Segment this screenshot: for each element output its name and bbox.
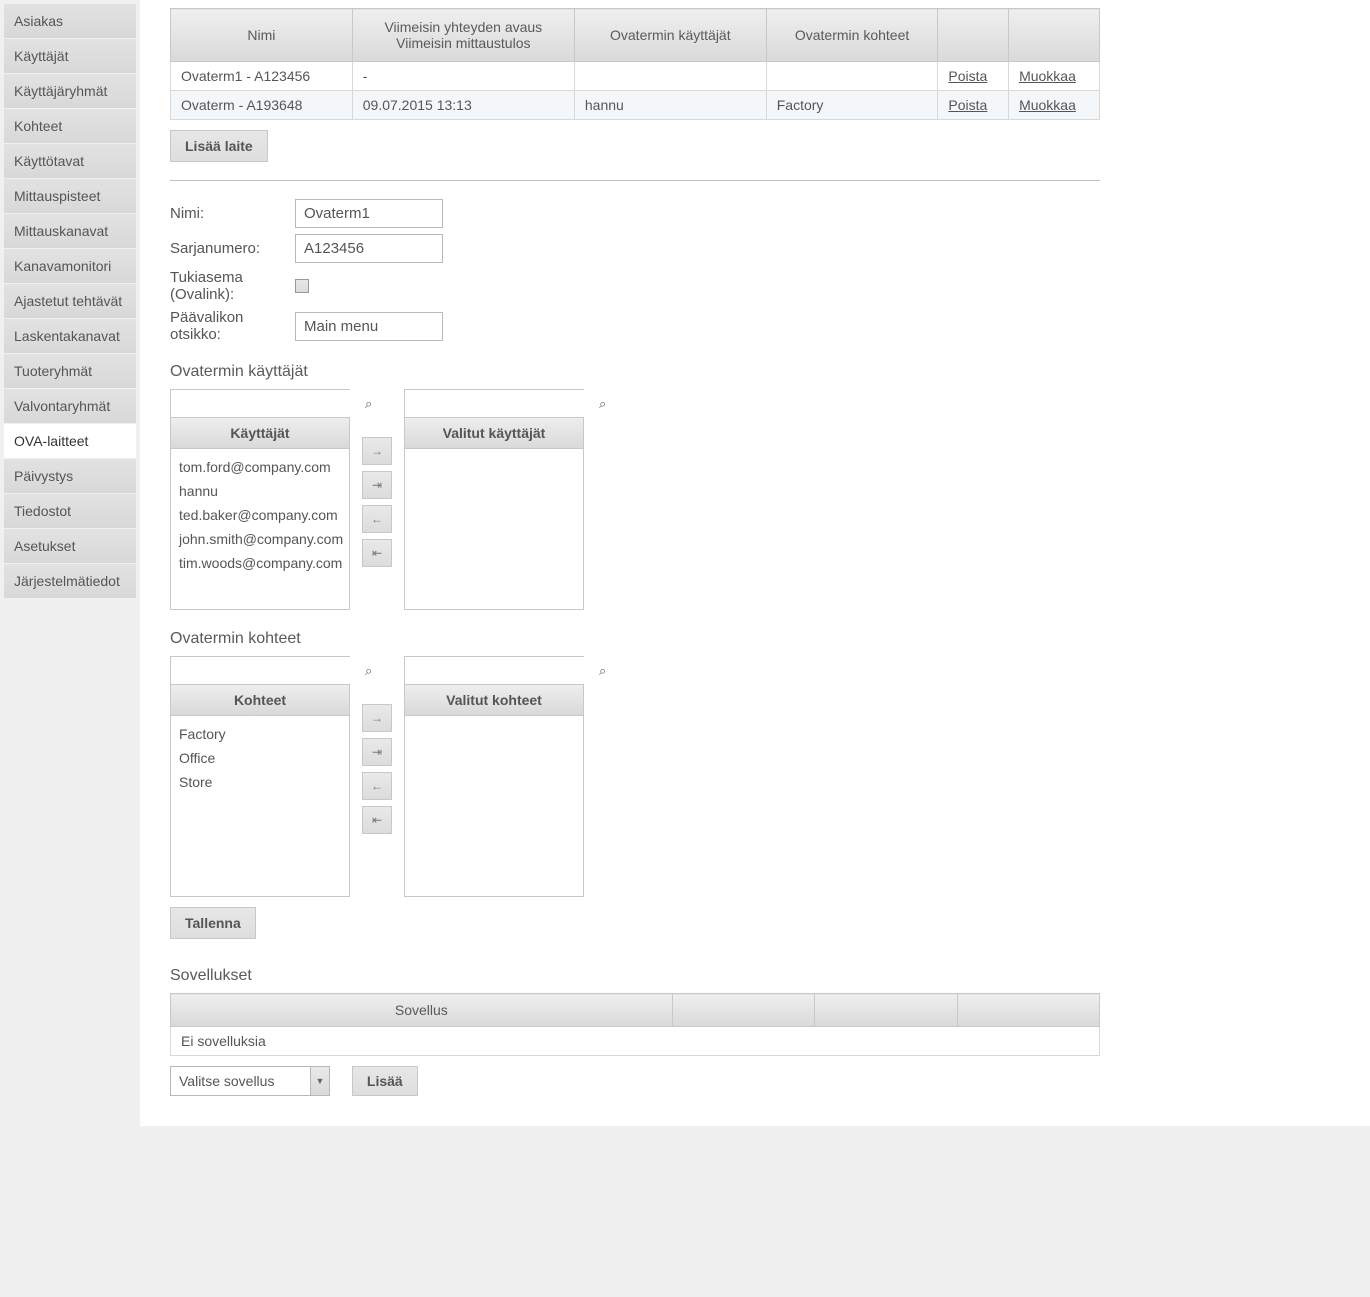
edit-link[interactable]: Muokkaa (1009, 91, 1100, 120)
sidebar-item[interactable]: Tiedostot (4, 494, 136, 529)
col-last: Viimeisin yhteyden avaus Viimeisin mitta… (352, 9, 574, 62)
targets-available-box: ⌕ Kohteet FactoryOfficeStore (170, 656, 350, 897)
targets-selected-search[interactable] (405, 657, 593, 684)
app-select-dropdown-button[interactable]: ▼ (310, 1066, 330, 1096)
users-section-title: Ovatermin käyttäjät (170, 363, 1100, 381)
apps-empty-row: Ei sovelluksia (171, 1027, 1100, 1056)
list-item[interactable]: Store (179, 770, 341, 794)
list-item[interactable]: john.smith@company.com (179, 527, 341, 551)
targets-dual-list: ⌕ Kohteet FactoryOfficeStore → ⇥ ← ⇤ ⌕ V… (170, 656, 1100, 897)
col-users: Ovatermin käyttäjät (574, 9, 766, 62)
cell-name: Ovaterm - A193648 (171, 91, 353, 120)
move-right-all-button[interactable]: ⇥ (362, 471, 392, 499)
apps-col-2 (672, 994, 814, 1027)
col-edit (1009, 9, 1100, 62)
list-item[interactable]: tim.woods@company.com (179, 551, 341, 575)
col-targets: Ovatermin kohteet (766, 9, 938, 62)
move-left-all-button[interactable]: ⇤ (362, 539, 392, 567)
sidebar-item[interactable]: Mittauskanavat (4, 214, 136, 249)
col-delete (938, 9, 1009, 62)
targets-selected-box: ⌕ Valitut kohteet (404, 656, 584, 897)
serial-input[interactable] (295, 234, 443, 263)
sidebar-item[interactable]: Asetukset (4, 529, 136, 564)
cell-last: 09.07.2015 13:13 (352, 91, 574, 120)
apps-col-name: Sovellus (171, 994, 673, 1027)
move-left-button[interactable]: ← (362, 505, 392, 533)
list-item[interactable]: ted.baker@company.com (179, 503, 341, 527)
base-label: Tukiasema (Ovalink): (170, 269, 295, 303)
cell-users (574, 62, 766, 91)
device-table: Nimi Viimeisin yhteyden avaus Viimeisin … (170, 8, 1100, 120)
move-right-all-button[interactable]: ⇥ (362, 738, 392, 766)
main-content: Nimi Viimeisin yhteyden avaus Viimeisin … (140, 0, 1370, 1126)
sidebar-item[interactable]: OVA-laitteet (4, 424, 136, 459)
menu-label: Päävalikon otsikko: (170, 309, 295, 343)
add-device-button[interactable]: Lisää laite (170, 130, 268, 162)
users-selected-search[interactable] (405, 390, 593, 417)
move-right-button[interactable]: → (362, 437, 392, 465)
cell-name: Ovaterm1 - A123456 (171, 62, 353, 91)
targets-available-search[interactable] (171, 657, 359, 684)
search-icon: ⌕ (593, 663, 612, 679)
sidebar-item[interactable]: Käyttötavat (4, 144, 136, 179)
apps-col-3 (815, 994, 957, 1027)
name-label: Nimi: (170, 205, 295, 222)
sidebar-item[interactable]: Asiakas (4, 4, 136, 39)
search-icon: ⌕ (359, 396, 378, 412)
users-available-header: Käyttäjät (171, 418, 349, 449)
sidebar-item[interactable]: Käyttäjäryhmät (4, 74, 136, 109)
users-dual-list: ⌕ Käyttäjät tom.ford@company.comhannuted… (170, 389, 1100, 610)
separator (170, 180, 1100, 181)
serial-label: Sarjanumero: (170, 240, 295, 257)
sidebar-item[interactable]: Päivystys (4, 459, 136, 494)
sidebar-item[interactable]: Ajastetut tehtävät (4, 284, 136, 319)
users-available-search[interactable] (171, 390, 359, 417)
users-selected-box: ⌕ Valitut käyttäjät (404, 389, 584, 610)
sidebar: AsiakasKäyttäjätKäyttäjäryhmätKohteetKäy… (0, 0, 140, 1126)
add-app-button[interactable]: Lisää (352, 1066, 418, 1096)
targets-section-title: Ovatermin kohteet (170, 630, 1100, 648)
apps-table: Sovellus Ei sovelluksia (170, 993, 1100, 1056)
sidebar-item[interactable]: Käyttäjät (4, 39, 136, 74)
list-item[interactable]: hannu (179, 479, 341, 503)
sidebar-item[interactable]: Järjestelmätiedot (4, 564, 136, 599)
sidebar-item[interactable]: Valvontaryhmät (4, 389, 136, 424)
targets-available-header: Kohteet (171, 685, 349, 716)
apps-col-4 (957, 994, 1099, 1027)
targets-selected-header: Valitut kohteet (405, 685, 583, 716)
move-left-button[interactable]: ← (362, 772, 392, 800)
cell-targets: Factory (766, 91, 938, 120)
move-right-button[interactable]: → (362, 704, 392, 732)
app-select-input[interactable] (170, 1066, 310, 1096)
cell-last: - (352, 62, 574, 91)
delete-link[interactable]: Poista (938, 62, 1009, 91)
name-input[interactable] (295, 199, 443, 228)
search-icon: ⌕ (593, 396, 612, 412)
cell-users: hannu (574, 91, 766, 120)
list-item[interactable]: Factory (179, 722, 341, 746)
sidebar-item[interactable]: Kohteet (4, 109, 136, 144)
users-selected-header: Valitut käyttäjät (405, 418, 583, 449)
search-icon: ⌕ (359, 663, 378, 679)
move-left-all-button[interactable]: ⇤ (362, 806, 392, 834)
apps-section-title: Sovellukset (170, 967, 1100, 985)
cell-targets (766, 62, 938, 91)
sidebar-item[interactable]: Laskentakanavat (4, 319, 136, 354)
edit-link[interactable]: Muokkaa (1009, 62, 1100, 91)
col-name: Nimi (171, 9, 353, 62)
list-item[interactable]: tom.ford@company.com (179, 455, 341, 479)
base-checkbox[interactable] (295, 279, 309, 293)
list-item[interactable]: Office (179, 746, 341, 770)
sidebar-item[interactable]: Tuoteryhmät (4, 354, 136, 389)
users-available-box: ⌕ Käyttäjät tom.ford@company.comhannuted… (170, 389, 350, 610)
table-row: Ovaterm1 - A123456- PoistaMuokkaa (171, 62, 1100, 91)
menu-input[interactable] (295, 312, 443, 341)
delete-link[interactable]: Poista (938, 91, 1009, 120)
sidebar-item[interactable]: Mittauspisteet (4, 179, 136, 214)
table-row: Ovaterm - A19364809.07.2015 13:13hannuFa… (171, 91, 1100, 120)
sidebar-item[interactable]: Kanavamonitori (4, 249, 136, 284)
save-button[interactable]: Tallenna (170, 907, 256, 939)
